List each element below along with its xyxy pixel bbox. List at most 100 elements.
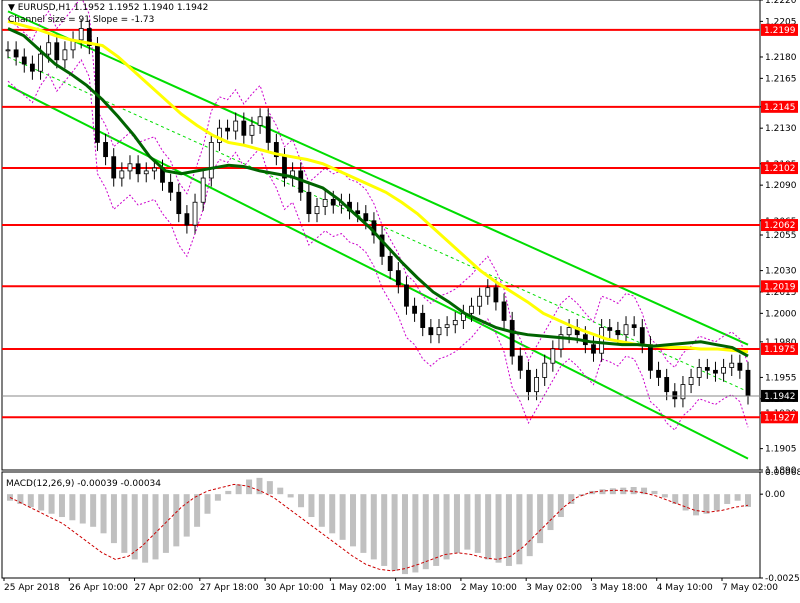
candle-body [412, 305, 417, 314]
macd-histogram-bar [100, 494, 107, 534]
candle-body [648, 344, 653, 371]
candle-body [225, 127, 230, 132]
candle-body [444, 324, 450, 328]
macd-histogram-bar [516, 494, 523, 565]
last-price-label: 1.1942 [764, 392, 796, 402]
candle-body [623, 324, 629, 336]
candle-body [29, 63, 35, 72]
macd-histogram-bar [27, 494, 34, 508]
symbol-icon: ▼ [8, 3, 15, 13]
macd-histogram-bar [401, 494, 408, 575]
time-tick-label: 27 Apr 02:00 [135, 583, 194, 593]
candle-body [249, 124, 255, 136]
macd-histogram-bar [225, 490, 232, 495]
candle-body [314, 206, 320, 215]
time-tick-label: 3 May 02:00 [526, 583, 582, 593]
candle-body [330, 198, 336, 206]
macd-histogram-bar [745, 494, 751, 507]
time-tick-label: 25 Apr 2018 [4, 583, 60, 593]
candle-body [452, 320, 458, 326]
macd-histogram-bar [277, 487, 284, 495]
macd-histogram-bar [194, 494, 201, 527]
macd-histogram-bar [370, 494, 377, 560]
candle-body [688, 377, 694, 385]
candle-body [501, 301, 507, 321]
macd-histogram-bar [537, 494, 544, 544]
macd-signal-line [9, 483, 749, 572]
candle-body [265, 116, 271, 143]
candle-body [241, 120, 247, 136]
moving-average-green [7, 27, 749, 358]
macd-histogram-bar [152, 494, 159, 560]
candle-body [477, 295, 483, 307]
candle-body [493, 287, 499, 303]
price-tick-label: 1.1905 [765, 445, 797, 455]
time-tick-label: 7 May 02:00 [722, 583, 778, 593]
candle-body [21, 56, 27, 65]
macd-histogram-bar [693, 494, 700, 516]
macd-histogram-bar [630, 487, 637, 495]
macd-histogram-bar [547, 494, 554, 531]
macd-histogram-bar [713, 494, 720, 511]
macd-histogram-bar [526, 494, 533, 557]
macd-histogram-bar [651, 490, 658, 495]
macd-histogram-bar [360, 494, 367, 553]
time-tick-label: 4 May 10:00 [657, 583, 713, 593]
price-tick-label: 1.2055 [765, 231, 797, 241]
candle-body [591, 344, 596, 354]
macd-histogram-bar [48, 494, 55, 514]
macd-histogram-bar [453, 494, 460, 553]
macd-histogram-bar [204, 494, 211, 514]
candle-body [615, 330, 621, 336]
price-tick-label: 1.1955 [765, 373, 797, 383]
candle-body [143, 170, 149, 175]
candle-body [395, 270, 401, 286]
candle-body [5, 49, 11, 52]
macd-histogram-bar [121, 494, 128, 553]
candle-body [38, 53, 43, 72]
macd-histogram-bar [422, 494, 429, 570]
price-tick-label: 1.2090 [765, 181, 797, 191]
channel-upper-line [7, 10, 749, 346]
candle-body [550, 348, 556, 364]
candle-body [13, 49, 19, 58]
time-tick-label: 1 May 18:00 [396, 583, 452, 593]
candle-body [737, 362, 743, 371]
candle-body [46, 42, 52, 55]
macd-tick-label: 0.00 [765, 490, 785, 500]
candle-body [200, 177, 206, 203]
level-label-1.2145: 1.2145 [764, 103, 796, 113]
candle-body [664, 377, 670, 393]
candle-body [176, 191, 182, 215]
band-upper-line [7, 0, 749, 369]
macd-histogram-bar [391, 494, 398, 571]
trading-chart: 1.22201.22051.21801.21651.21451.21301.21… [0, 0, 800, 600]
candle-body [127, 163, 133, 172]
macd-histogram-bar [734, 494, 741, 501]
level-label-1.1975: 1.1975 [764, 345, 796, 355]
macd-histogram-bar [318, 494, 325, 527]
symbol-line: EURUSD,H1 1.1952 1.1952 1.1940 1.1942 [17, 3, 209, 13]
macd-histogram-bar [339, 494, 346, 540]
candle-body [151, 167, 157, 172]
level-label-1.2102: 1.2102 [764, 164, 796, 174]
macd-histogram-bar [38, 494, 45, 511]
candle-body [509, 320, 515, 357]
price-tick-label: 1.2220 [765, 0, 797, 6]
macd-histogram-bar [266, 481, 273, 495]
macd-histogram-bar [505, 494, 512, 566]
candle-body [355, 210, 361, 215]
time-tick-label: 26 Apr 10:00 [69, 583, 128, 593]
candle-body [713, 369, 718, 374]
candle-body [404, 284, 409, 307]
candle-body [192, 201, 198, 226]
candle-body [631, 324, 637, 328]
candle-body [517, 355, 523, 371]
macd-histogram-bar [661, 494, 668, 498]
band-lower-line [7, 58, 749, 431]
candle-body [233, 120, 239, 132]
candle-body [672, 391, 678, 400]
time-tick-label: 3 May 18:00 [591, 583, 647, 593]
candle-body [78, 28, 84, 41]
macd-histogram-bar [703, 494, 710, 514]
